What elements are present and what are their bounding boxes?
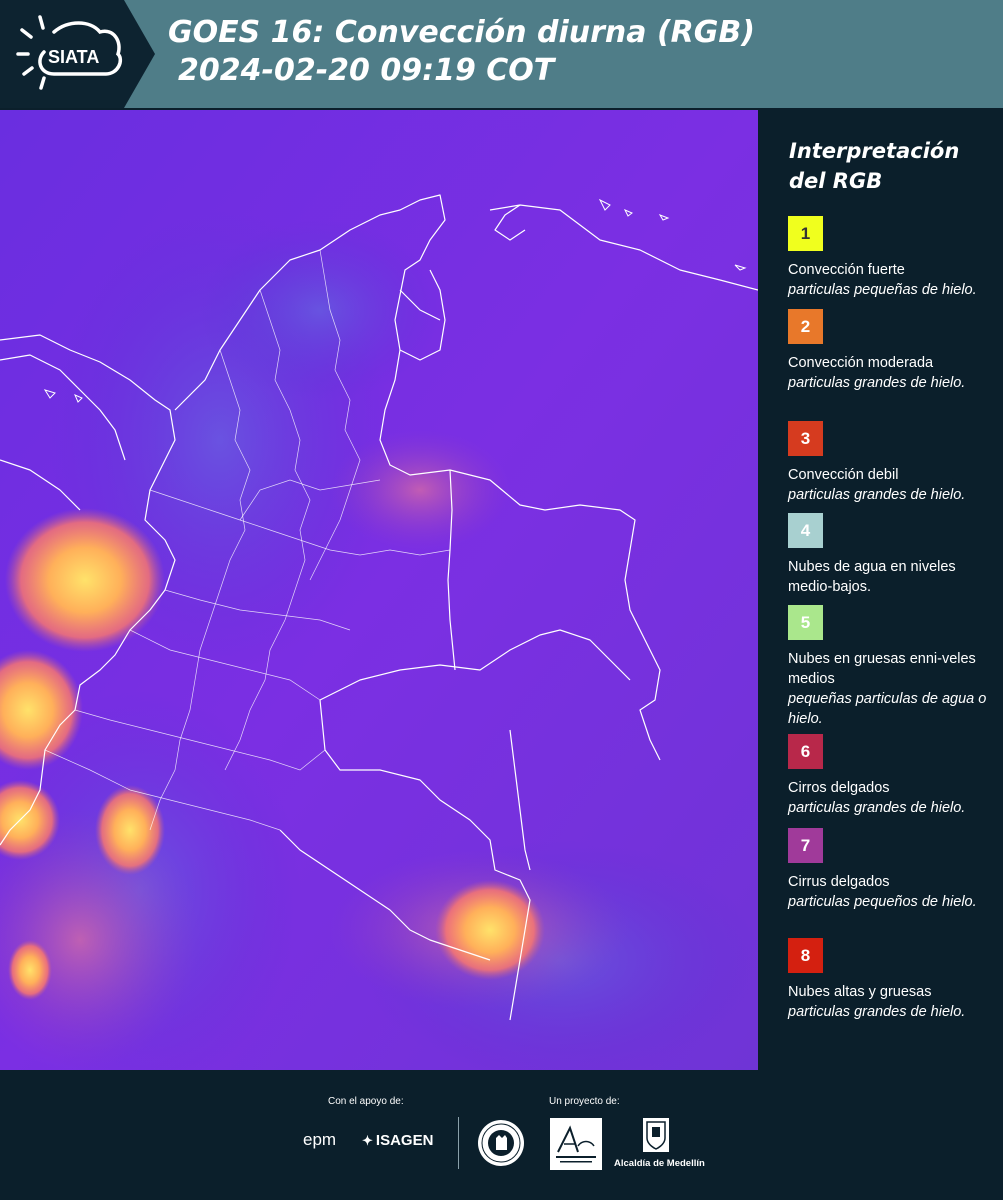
legend-name-7: Cirrus delgados	[788, 874, 890, 890]
legend-item-5: 5 Nubes en gruesas enni-veles medios peq…	[788, 605, 998, 729]
legend-item-4: 4 Nubes de agua en niveles medio-bajos.	[788, 513, 998, 597]
isagen-mark-icon: ✦	[362, 1132, 373, 1148]
legend-label-4: Nubes de agua en niveles medio-bajos.	[788, 557, 998, 597]
legend-swatch-6: 6	[788, 734, 823, 769]
satellite-image	[0, 110, 758, 1070]
legend-name-2: Convección moderada	[788, 355, 934, 371]
legend-label-6: Cirros delgados particulas grandes de hi…	[788, 778, 998, 818]
siata-logo-text: SIATA	[48, 47, 99, 67]
legend-label-3: Convección debil particulas grandes de h…	[788, 465, 998, 505]
legend-name-6: Cirros delgados	[788, 780, 890, 796]
legend-swatch-4: 4	[788, 513, 823, 548]
support-label: Con el apoyo de:	[328, 1096, 404, 1107]
legend-item-7: 7 Cirrus delgados particulas pequeños de…	[788, 828, 998, 912]
legend-label-8: Nubes altas y gruesas particulas grandes…	[788, 982, 998, 1022]
footer-divider	[458, 1117, 459, 1169]
legend-desc-2: particulas grandes de hielo.	[788, 375, 966, 391]
legend-desc-1: particulas pequeñas de hielo.	[788, 282, 977, 298]
legend-item-1: 1 Convección fuerte particulas pequeñas …	[788, 216, 998, 300]
epm-logo: epm	[303, 1130, 337, 1149]
header-bar: SIATA GOES 16: Convección diurna (RGB) 2…	[0, 0, 1003, 108]
legend-item-3: 3 Convección debil particulas grandes de…	[788, 421, 998, 505]
legend-swatch-3: 3	[788, 421, 823, 456]
page-title: GOES 16: Convección diurna (RGB) 2024-02…	[168, 14, 755, 90]
legend-swatch-5: 5	[788, 605, 823, 640]
legend-desc-7: particulas pequeños de hielo.	[788, 894, 977, 910]
siata-logo: SIATA	[0, 0, 155, 108]
isagen-logo-text: ISAGEN	[375, 1132, 434, 1149]
satellite-map[interactable]	[0, 110, 758, 1070]
legend-item-6: 6 Cirros delgados particulas grandes de …	[788, 734, 998, 818]
legend-name-1: Convección fuerte	[788, 262, 905, 278]
legend-panel: Interpretación del RGB 1 Convección fuer…	[760, 110, 1003, 1070]
project-label: Un proyecto de:	[549, 1096, 620, 1107]
legend-desc-3: particulas grandes de hielo.	[788, 487, 966, 503]
alcaldia-label: Alcaldía de Medellín	[614, 1158, 705, 1169]
legend-item-2: 2 Convección moderada particulas grandes…	[788, 309, 998, 393]
legend-desc-8: particulas grandes de hielo.	[788, 1004, 966, 1020]
legend-title: Interpretación del RGB	[789, 136, 959, 196]
legend-swatch-8: 8	[788, 938, 823, 973]
legend-swatch-2: 2	[788, 309, 823, 344]
title-line-2: 2024-02-20 09:19 COT	[178, 53, 555, 88]
legend-swatch-7: 7	[788, 828, 823, 863]
legend-name-5: Nubes en gruesas enni-veles medios	[788, 651, 976, 687]
legend-title-line-1: Interpretación	[789, 139, 960, 163]
legend-title-line-2: del RGB	[789, 169, 883, 193]
legend-label-5: Nubes en gruesas enni-veles medios peque…	[788, 649, 998, 729]
seal-logo	[478, 1120, 524, 1166]
legend-desc-6: particulas grandes de hielo.	[788, 800, 966, 816]
alcaldia-shield-icon	[643, 1118, 669, 1152]
legend-item-8: 8 Nubes altas y gruesas particulas grand…	[788, 938, 998, 1022]
legend-swatch-1: 1	[788, 216, 823, 251]
isagen-logo: ✦ ISAGEN	[362, 1132, 433, 1149]
title-line-1: GOES 16: Convección diurna (RGB)	[168, 15, 755, 50]
footer: Con el apoyo de: Un proyecto de: epm ✦ I…	[0, 1070, 1003, 1200]
legend-label-7: Cirrus delgados particulas pequeños de h…	[788, 872, 998, 912]
legend-name-3: Convección debil	[788, 467, 899, 483]
legend-desc-5: pequeñas particulas de agua o hielo.	[788, 691, 987, 727]
legend-name-8: Nubes altas y gruesas	[788, 984, 932, 1000]
area-metropolitana-logo	[550, 1118, 602, 1170]
legend-label-2: Convección moderada particulas grandes d…	[788, 353, 998, 393]
legend-name-4: Nubes de agua en niveles medio-bajos.	[788, 559, 956, 595]
legend-label-1: Convección fuerte particulas pequeñas de…	[788, 260, 998, 300]
